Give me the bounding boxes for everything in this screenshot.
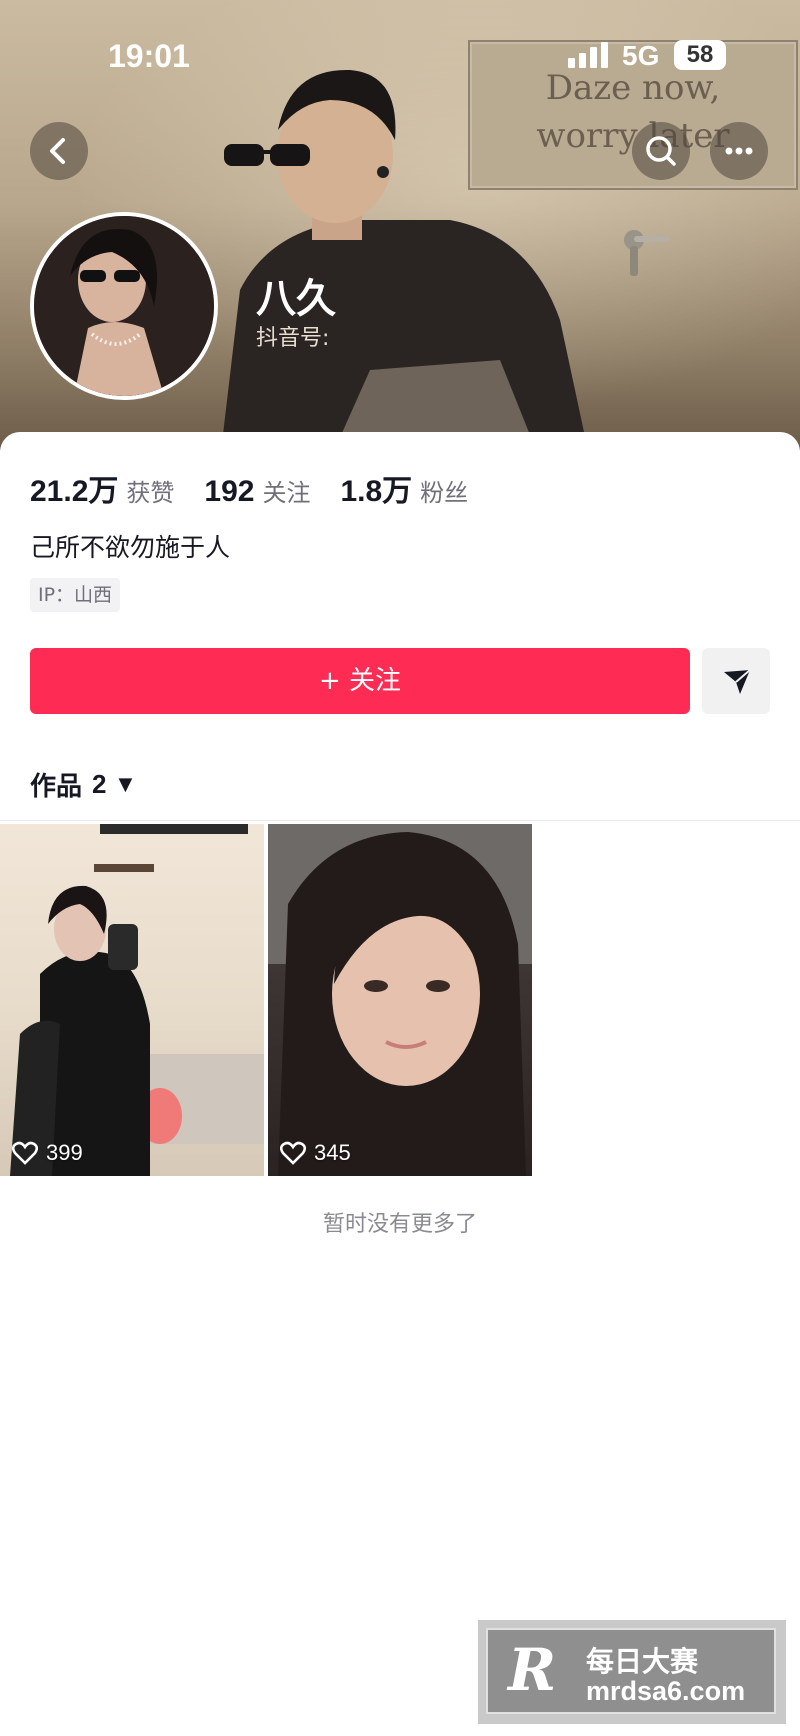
stat-label: 关注 <box>262 479 311 507</box>
profile-bio: 己所不欲勿施于人 <box>30 533 231 562</box>
signal-icon <box>568 42 608 68</box>
stat-value: 192 <box>204 475 255 508</box>
heart-icon <box>280 1141 306 1165</box>
more-dots-icon <box>725 147 753 155</box>
video-thumbnail[interactable]: 345 <box>268 824 532 1176</box>
like-count-value: 399 <box>46 1140 83 1165</box>
stat-label: 粉丝 <box>420 479 469 507</box>
video-thumbnail-image <box>10 824 264 1176</box>
watermark-title: 每日大赛 <box>586 1645 699 1678</box>
network-type: 5G <box>622 40 660 71</box>
profile-name: 八久 <box>256 276 336 322</box>
cover-person-image <box>221 69 588 450</box>
stat-followers[interactable]: 1.8万 粉丝 <box>340 466 468 510</box>
avatar-image <box>34 216 214 396</box>
works-count: 2 <box>92 769 107 799</box>
watermark-url: mrdsa6.com <box>586 1676 746 1706</box>
video-like-count: 345 <box>280 1140 351 1166</box>
dropdown-arrow-icon: ▼ <box>118 774 133 795</box>
watermark-logo: R <box>508 1636 557 1704</box>
follow-button[interactable]: + 关注 <box>30 648 690 714</box>
like-count-value: 345 <box>314 1140 351 1165</box>
battery-indicator: 58 <box>674 40 726 70</box>
stat-value: 1.8万 <box>340 475 413 508</box>
no-more-content-text: 暂时没有更多了 <box>322 1212 477 1237</box>
site-watermark: R 每日大赛 mrdsa6.com <box>478 1620 786 1724</box>
stat-following[interactable]: 192 关注 <box>204 473 310 509</box>
ip-location-tag: IP：山西 <box>30 578 121 612</box>
send-icon <box>724 669 751 694</box>
video-thumbnail[interactable]: 399 <box>0 824 264 1176</box>
heart-icon <box>12 1141 38 1165</box>
back-button[interactable] <box>30 122 88 180</box>
chevron-left-icon <box>50 138 65 164</box>
profile-stats: 21.2万 获赞 192 关注 1.8万 粉丝 <box>30 466 498 510</box>
more-button[interactable] <box>710 122 768 180</box>
stat-label: 获赞 <box>126 479 175 507</box>
video-thumbnail-image <box>268 824 532 1176</box>
stat-value: 21.2万 <box>30 475 119 508</box>
search-icon <box>646 136 676 166</box>
douyin-id-label[interactable]: 抖音号: <box>256 320 329 352</box>
stat-likes[interactable]: 21.2万 获赞 <box>30 466 174 510</box>
status-time: 19:01 <box>108 38 190 74</box>
tab-works[interactable]: 作品 2 ▼ <box>30 766 132 803</box>
share-button[interactable] <box>702 648 770 714</box>
watermark-frame: R 每日大赛 mrdsa6.com <box>486 1628 776 1714</box>
avatar[interactable] <box>30 212 218 400</box>
video-like-count: 399 <box>12 1140 83 1166</box>
tab-divider <box>0 820 800 821</box>
search-button[interactable] <box>632 122 690 180</box>
works-tab-label: 作品 <box>30 772 83 802</box>
